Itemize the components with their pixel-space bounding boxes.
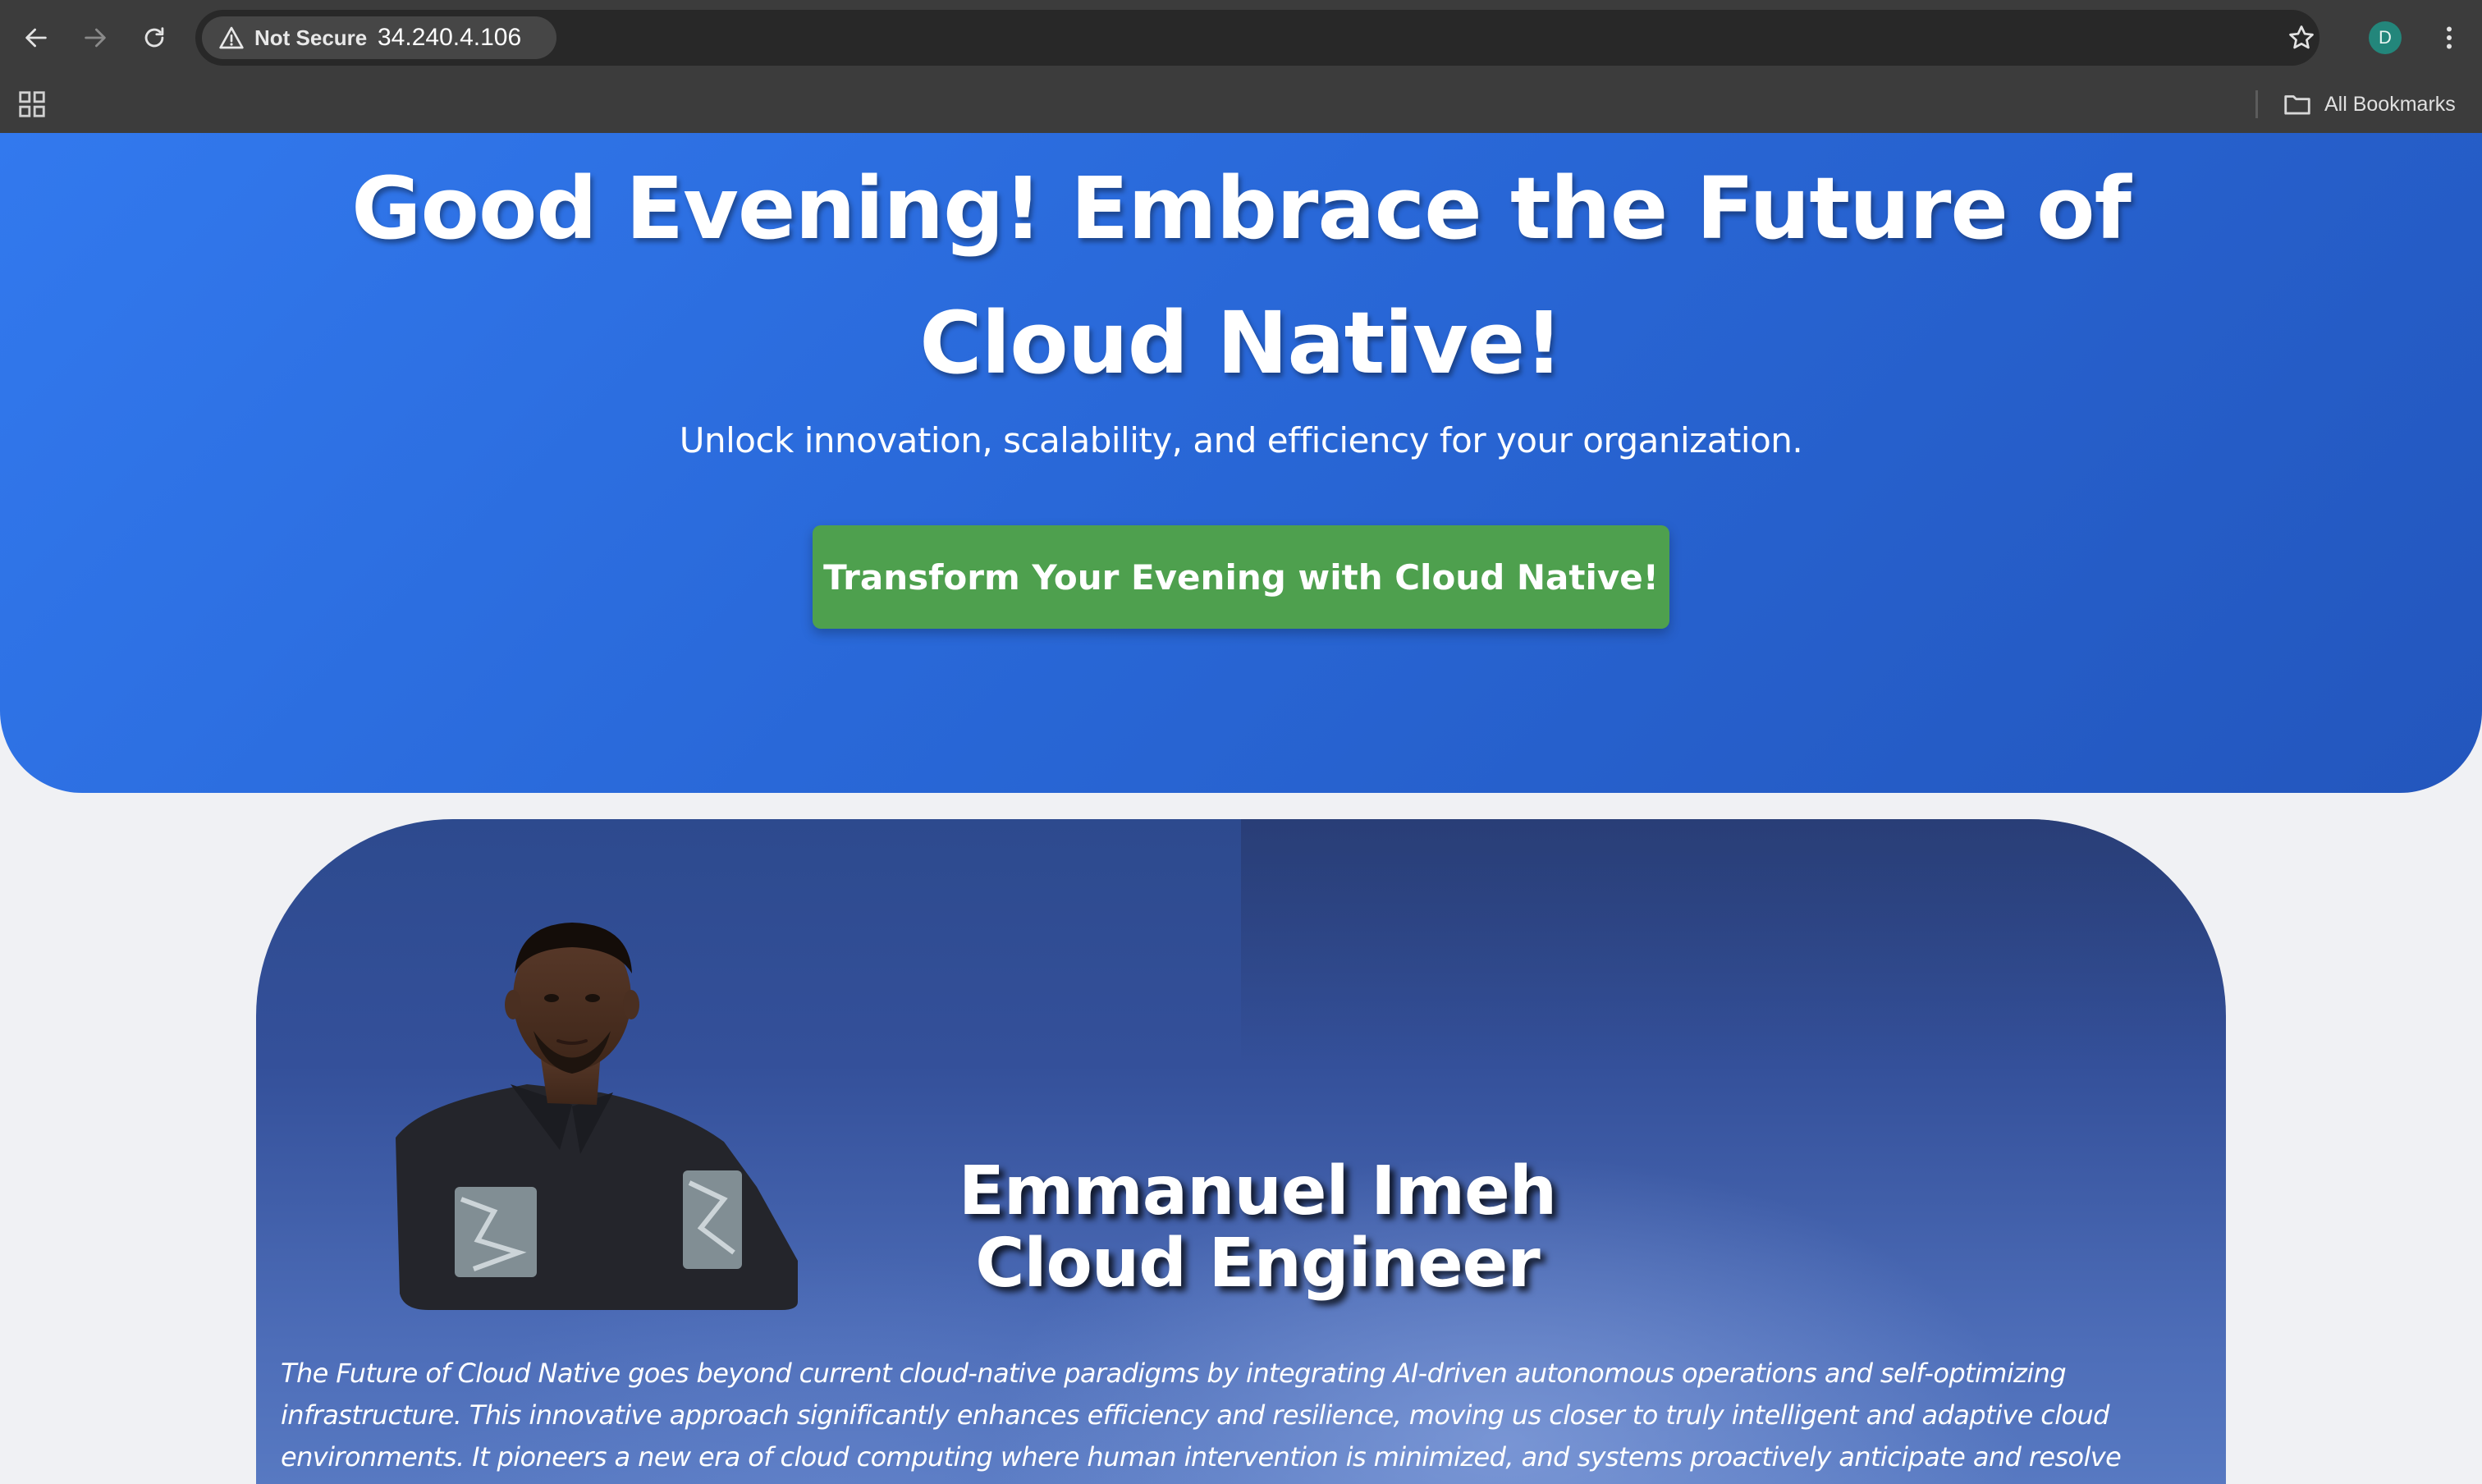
browser-toolbar: Not Secure 34.240.4.106 D xyxy=(0,0,2482,76)
profile-name: Emmanuel Imeh xyxy=(958,1152,1557,1230)
security-label: Not Secure xyxy=(254,25,368,50)
kebab-menu-icon xyxy=(2447,26,2452,49)
cta-button[interactable]: Transform Your Evening with Cloud Native… xyxy=(813,525,1669,629)
reload-icon xyxy=(144,27,164,48)
reload-button[interactable] xyxy=(131,15,177,61)
hero-section: Good Evening! Embrace the Future of Clou… xyxy=(0,133,2482,793)
profile-photo xyxy=(396,923,798,1310)
browser-menu-button[interactable] xyxy=(2426,15,2472,61)
star-icon xyxy=(2289,25,2314,49)
profile-avatar[interactable]: D xyxy=(2369,21,2402,54)
apps-grid-icon[interactable] xyxy=(16,89,48,120)
all-bookmarks-label: All Bookmarks xyxy=(2324,92,2456,116)
profile-card: Emmanuel Imeh Cloud Engineer The Future … xyxy=(256,819,2226,1484)
warning-triangle-icon xyxy=(219,26,244,49)
arrow-right-icon xyxy=(85,28,106,48)
bookmarks-bar: All Bookmarks xyxy=(0,76,2482,133)
all-bookmarks-button[interactable]: All Bookmarks xyxy=(2282,84,2456,125)
address-bar[interactable]: Not Secure 34.240.4.106 xyxy=(195,10,2319,66)
hero-title: Good Evening! Embrace the Future of Clou… xyxy=(351,158,2132,393)
profile-description: The Future of Cloud Native goes beyond c… xyxy=(281,1358,2122,1484)
url-text[interactable]: 34.240.4.106 xyxy=(378,10,521,66)
folder-icon xyxy=(2284,95,2310,115)
browser-chrome: Not Secure 34.240.4.106 D All Bookmarks xyxy=(0,0,2482,133)
forward-button[interactable] xyxy=(72,15,118,61)
bookmarks-divider xyxy=(2255,90,2258,118)
hero-subtitle: Unlock innovation, scalability, and effi… xyxy=(679,420,1803,460)
profile-role: Cloud Engineer xyxy=(975,1225,1540,1303)
arrow-left-icon xyxy=(25,28,47,48)
back-button[interactable] xyxy=(13,15,59,61)
card-shade xyxy=(1241,819,2226,1065)
bookmark-star-button[interactable] xyxy=(2278,15,2324,61)
